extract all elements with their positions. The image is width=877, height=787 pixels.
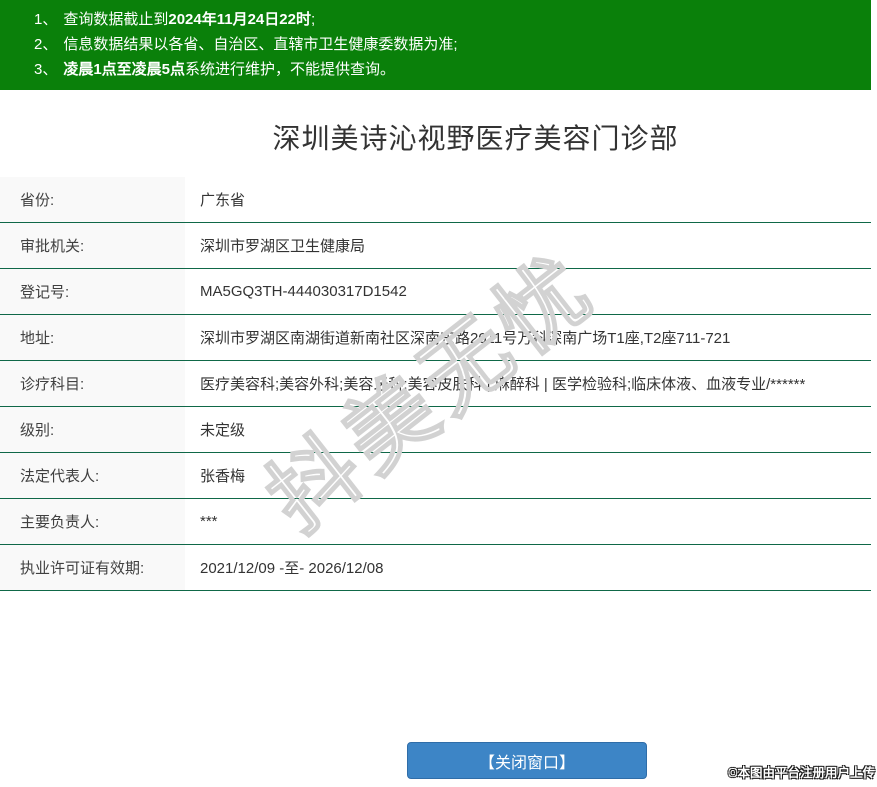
notice-text: 信息数据结果以各省、自治区、直辖市卫生健康委数据为准; xyxy=(63,36,457,53)
notice-text: ; xyxy=(311,11,315,28)
notice-bar: 1、查询数据截止到2024年11月24日22时; 2、信息数据结果以各省、自治区… xyxy=(0,0,871,90)
notice-text-bold: 2024年11月24日22时 xyxy=(168,11,311,28)
table-row-registration-number: 登记号: MA5GQ3TH-444030317D1542 xyxy=(0,269,871,315)
table-row-treatment-subjects: 诊疗科目: 医疗美容科;美容外科;美容牙科;美容皮肤科 | 麻醉科 | 医学检验… xyxy=(0,361,871,407)
notice-line-1: 1、查询数据截止到2024年11月24日22时; xyxy=(34,7,871,32)
table-row-license-validity: 执业许可证有效期: 2021/12/09 -至- 2026/12/08 xyxy=(0,545,871,591)
table-row-approval-authority: 审批机关: 深圳市罗湖区卫生健康局 xyxy=(0,223,871,269)
row-label: 省份: xyxy=(0,177,185,222)
table-row-level: 级别: 未定级 xyxy=(0,407,871,453)
notice-line-3: 3、凌晨1点至凌晨5点系统进行维护，不能提供查询。 xyxy=(34,57,871,82)
institution-details-table: 省份: 广东省 审批机关: 深圳市罗湖区卫生健康局 登记号: MA5GQ3TH-… xyxy=(0,177,871,591)
row-label: 执业许可证有效期: xyxy=(0,545,185,590)
row-label: 地址: xyxy=(0,315,185,360)
copyright-stamp: ©本图由平台注册用户上传 xyxy=(728,762,875,781)
row-value: 医疗美容科;美容外科;美容牙科;美容皮肤科 | 麻醉科 | 医学检验科;临床体液… xyxy=(185,361,871,406)
row-label: 主要负责人: xyxy=(0,499,185,544)
notice-text: 查询数据截止到 xyxy=(63,11,168,28)
row-value: 未定级 xyxy=(185,407,871,452)
row-label: 诊疗科目: xyxy=(0,361,185,406)
row-label: 审批机关: xyxy=(0,223,185,268)
notice-number: 1、 xyxy=(34,11,57,28)
row-value: 深圳市罗湖区卫生健康局 xyxy=(185,223,871,268)
notice-text: 系统进行维护，不能提供查询。 xyxy=(185,61,395,78)
row-value: 深圳市罗湖区南湖街道新南社区深南东路2011号万科深南广场T1座,T2座711-… xyxy=(185,315,871,360)
row-label: 级别: xyxy=(0,407,185,452)
notice-line-2: 2、信息数据结果以各省、自治区、直辖市卫生健康委数据为准; xyxy=(34,32,871,57)
row-label: 法定代表人: xyxy=(0,453,185,498)
table-row-address: 地址: 深圳市罗湖区南湖街道新南社区深南东路2011号万科深南广场T1座,T2座… xyxy=(0,315,871,361)
table-row-legal-representative: 法定代表人: 张香梅 xyxy=(0,453,871,499)
row-value: 2021/12/09 -至- 2026/12/08 xyxy=(185,545,871,590)
notice-text-bold: 凌晨1点至凌晨5点 xyxy=(63,61,185,78)
row-value: MA5GQ3TH-444030317D1542 xyxy=(185,269,871,314)
row-value: 广东省 xyxy=(185,177,871,222)
notice-number: 3、 xyxy=(34,61,57,78)
notice-number: 2、 xyxy=(34,36,57,53)
row-value: 张香梅 xyxy=(185,453,871,498)
table-row-principal: 主要负责人: *** xyxy=(0,499,871,545)
row-value: *** xyxy=(185,499,871,544)
table-row-province: 省份: 广东省 xyxy=(0,177,871,223)
row-label: 登记号: xyxy=(0,269,185,314)
close-window-button[interactable]: 【关闭窗口】 xyxy=(407,742,647,779)
page-title: 深圳美诗沁视野医疗美容门诊部 xyxy=(40,117,877,157)
